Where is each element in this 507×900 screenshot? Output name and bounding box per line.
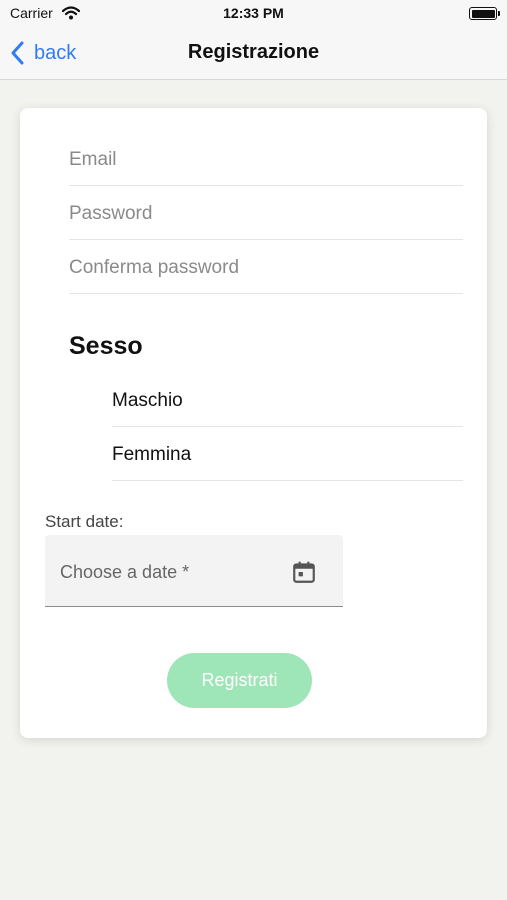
calendar-icon[interactable]	[291, 559, 317, 585]
sex-option-label: Maschio	[112, 390, 183, 411]
sex-section-title: Sesso	[69, 332, 143, 360]
sex-option-label: Femmina	[112, 444, 192, 465]
page-title: Registrazione	[187, 41, 320, 63]
confirm-password-field-row	[69, 240, 463, 294]
status-time: 12:33 PM	[223, 5, 284, 21]
date-placeholder: Choose a date *	[60, 562, 190, 582]
battery-icon	[469, 7, 500, 20]
date-picker-field[interactable]: Choose a date *	[45, 535, 343, 607]
email-field-row	[69, 132, 463, 186]
password-field[interactable]	[69, 200, 463, 228]
sex-option-female[interactable]: Femmina	[112, 427, 463, 481]
register-button[interactable]: Registrati	[167, 653, 312, 708]
email-field[interactable]	[69, 146, 463, 174]
registration-card: Sesso Maschio Femmina Start date: Choose…	[20, 108, 487, 738]
status-bar: Carrier 12:33 PM	[0, 0, 507, 28]
start-date-label: Start date:	[45, 512, 124, 531]
confirm-password-field[interactable]	[69, 254, 463, 282]
sex-option-male[interactable]: Maschio	[112, 373, 463, 427]
password-field-row	[69, 186, 463, 240]
navigation-bar: back Registrazione	[0, 28, 507, 80]
